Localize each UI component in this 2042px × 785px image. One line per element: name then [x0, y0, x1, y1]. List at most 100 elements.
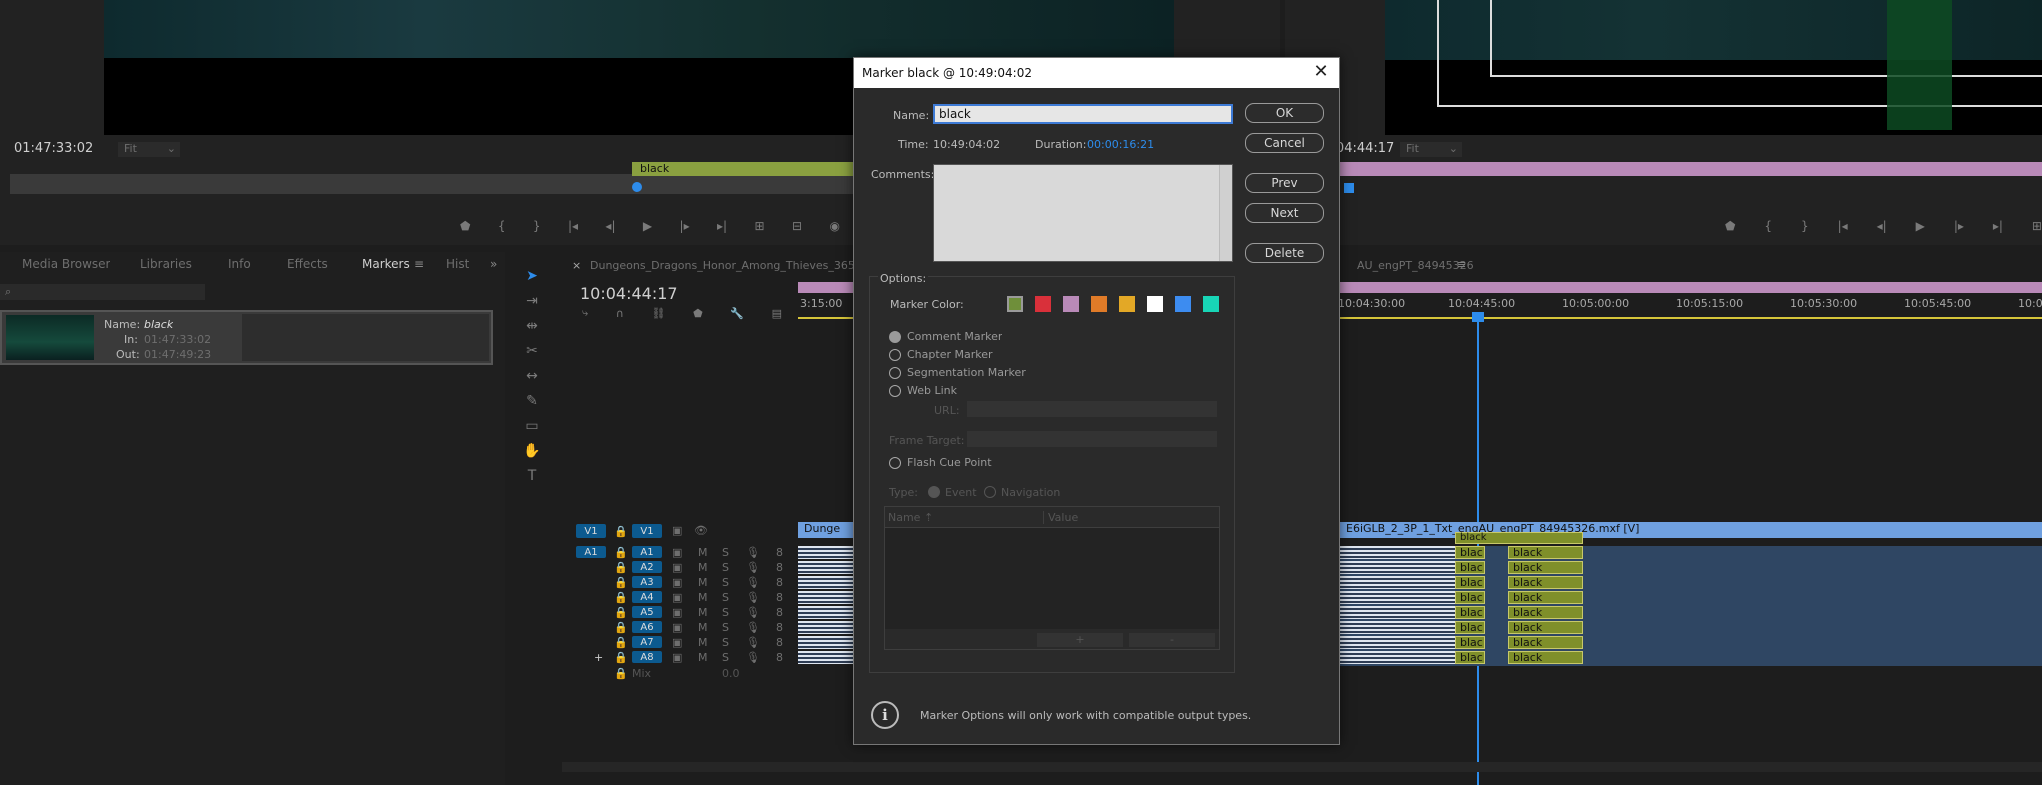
- mark-in-icon[interactable]: {: [1764, 219, 1772, 233]
- tab-markers[interactable]: Markers: [362, 257, 410, 271]
- sequence-close-icon[interactable]: ×: [572, 259, 581, 272]
- audio-clip[interactable]: [798, 576, 858, 589]
- program-playhead[interactable]: [1344, 183, 1354, 193]
- mic-icon[interactable]: 🎙: [746, 621, 760, 634]
- audio-black-long[interactable]: black: [1508, 546, 1583, 559]
- mic-icon[interactable]: 🎙: [746, 561, 760, 574]
- sequence-tab[interactable]: Dungeons_Dragons_Honor_Among_Thieves_365…: [590, 259, 880, 272]
- rectangle-tool-icon[interactable]: ▭: [525, 418, 538, 434]
- solo-button[interactable]: S: [722, 636, 729, 649]
- marker-list-item[interactable]: Name: black In: 01:47:33:02 Out: 01:47:4…: [0, 310, 493, 365]
- marker-comment-box[interactable]: [242, 314, 489, 361]
- program-fit-dropdown[interactable]: Fit ⌄: [1400, 142, 1462, 157]
- v1-target[interactable]: V1: [632, 524, 662, 538]
- audio-target[interactable]: A1: [632, 546, 662, 558]
- v-marker-block[interactable]: black: [1455, 532, 1583, 544]
- audio-target[interactable]: A4: [632, 591, 662, 603]
- tab-media-browser[interactable]: Media Browser: [22, 257, 110, 271]
- pen-tool-icon[interactable]: ✎: [526, 393, 538, 409]
- v1-clip-right[interactable]: E6iGLB_2_3P_1_Txt_engAU_engPT_84945326.m…: [1340, 522, 2042, 538]
- sequence-menu-icon[interactable]: ≡: [1457, 258, 1466, 271]
- program-scrubber[interactable]: [1285, 162, 2042, 176]
- chapter-marker-option[interactable]: Chapter Marker: [889, 348, 1089, 362]
- audio-target[interactable]: A7: [632, 636, 662, 648]
- audio-black-short[interactable]: blac: [1455, 561, 1485, 574]
- cancel-button[interactable]: Cancel: [1245, 133, 1324, 153]
- col-name-header[interactable]: Name ⇡: [888, 511, 1038, 524]
- comment-marker-option[interactable]: Comment Marker: [889, 330, 1089, 344]
- camera-icon[interactable]: ◉: [829, 219, 839, 233]
- radio[interactable]: [889, 367, 901, 379]
- audio-clip[interactable]: [1340, 621, 1455, 634]
- mic-icon[interactable]: 🎙: [746, 546, 760, 559]
- comments-textarea[interactable]: [933, 164, 1233, 262]
- lock-icon[interactable]: 🔒: [614, 546, 628, 559]
- next-button[interactable]: Next: [1245, 203, 1324, 223]
- audio-black-short[interactable]: blac: [1455, 576, 1485, 589]
- step-forward-icon[interactable]: |▸: [680, 219, 690, 233]
- color-swatch-red[interactable]: [1035, 296, 1051, 312]
- audio-clip[interactable]: [798, 546, 858, 559]
- audio-black-long[interactable]: black: [1508, 651, 1583, 664]
- sync-icon[interactable]: ▣: [672, 576, 682, 589]
- radio[interactable]: [889, 385, 901, 397]
- radio[interactable]: [889, 457, 901, 469]
- lock-icon[interactable]: 🔒: [614, 621, 628, 634]
- audio-black-short[interactable]: blac: [1455, 621, 1485, 634]
- cue-point-list[interactable]: [885, 527, 1219, 629]
- sync-icon[interactable]: ▣: [672, 524, 682, 537]
- captions-icon[interactable]: ▤: [772, 307, 782, 320]
- mute-button[interactable]: M: [698, 576, 708, 589]
- audio-black-short[interactable]: blac: [1455, 591, 1485, 604]
- insert-icon[interactable]: ⊞: [755, 219, 765, 233]
- prev-button[interactable]: Prev: [1245, 173, 1324, 193]
- frame-target-input[interactable]: [967, 431, 1217, 447]
- go-to-out-icon[interactable]: ▸|: [717, 219, 727, 233]
- hand-tool-icon[interactable]: ✋: [523, 443, 540, 459]
- play-icon[interactable]: ▶: [643, 219, 652, 233]
- timeline-playhead-handle[interactable]: [1472, 312, 1484, 322]
- segmentation-marker-option[interactable]: Segmentation Marker: [889, 366, 1089, 380]
- timeline-scrollbar[interactable]: [562, 762, 2042, 772]
- mark-in-icon[interactable]: {: [498, 219, 506, 233]
- audio-clip[interactable]: [798, 606, 858, 619]
- lock-icon[interactable]: 🔒: [614, 667, 628, 680]
- audio-clip[interactable]: [798, 561, 858, 574]
- lock-icon[interactable]: 🔒: [614, 606, 628, 619]
- audio-black-long[interactable]: black: [1508, 561, 1583, 574]
- tab-libraries[interactable]: Libraries: [140, 257, 192, 271]
- selection-tool-icon[interactable]: ➤: [526, 268, 538, 284]
- sync-icon[interactable]: ▣: [672, 591, 682, 604]
- color-swatch-cyan[interactable]: [1203, 296, 1219, 312]
- radio[interactable]: [889, 349, 901, 361]
- audio-black-short[interactable]: blac: [1455, 651, 1485, 664]
- mic-icon[interactable]: 🎙: [746, 636, 760, 649]
- mic-icon[interactable]: 🎙: [746, 576, 760, 589]
- audio-clip[interactable]: [1340, 561, 1455, 574]
- sync-icon[interactable]: ▣: [672, 621, 682, 634]
- audio-clip[interactable]: [1340, 636, 1455, 649]
- lock-icon[interactable]: 🔒: [614, 591, 628, 604]
- web-link-option[interactable]: Web Link: [889, 384, 1089, 398]
- audio-target[interactable]: A3: [632, 576, 662, 588]
- type-tool-icon[interactable]: T: [528, 468, 537, 484]
- audio-clip[interactable]: [798, 651, 858, 664]
- audio-black-short[interactable]: blac: [1455, 636, 1485, 649]
- audio-target[interactable]: A8: [632, 651, 662, 663]
- mute-button[interactable]: M: [698, 561, 708, 574]
- audio-black-long[interactable]: black: [1508, 621, 1583, 634]
- lock-icon[interactable]: 🔒: [614, 636, 628, 649]
- audio-clip[interactable]: [798, 591, 858, 604]
- tab-history[interactable]: Hist: [446, 257, 469, 271]
- duration-value[interactable]: 00:00:16:21: [1087, 138, 1154, 151]
- solo-button[interactable]: S: [722, 561, 729, 574]
- mark-out-icon[interactable]: }: [533, 219, 541, 233]
- sync-icon[interactable]: ▣: [672, 636, 682, 649]
- mute-button[interactable]: M: [698, 636, 708, 649]
- close-icon[interactable]: ✕: [1310, 62, 1332, 82]
- lock-icon[interactable]: 🔒: [614, 576, 628, 589]
- mark-out-icon[interactable]: }: [1801, 219, 1809, 233]
- go-to-in-icon[interactable]: |◂: [1838, 219, 1848, 233]
- v1-source-patch[interactable]: V1: [576, 524, 606, 538]
- audio-black-short[interactable]: blac: [1455, 546, 1485, 559]
